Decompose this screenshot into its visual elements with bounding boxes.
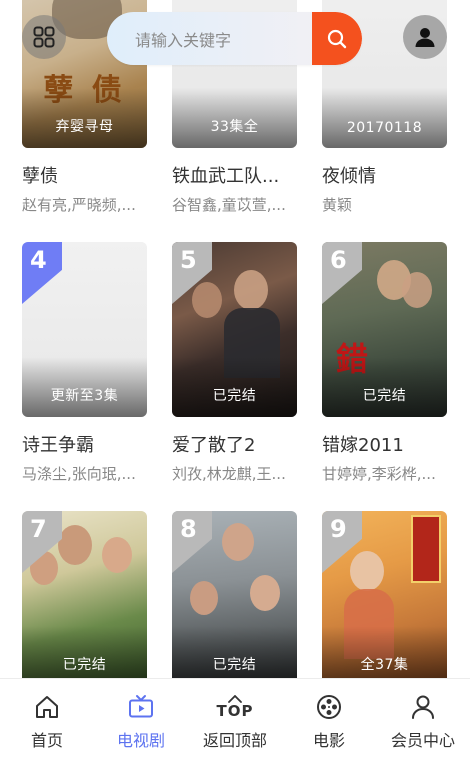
drama-card[interactable]: 錯 6 已完结 错嫁2011 甘婷婷,李彩桦,...: [322, 242, 447, 484]
drama-cast: 赵有亮,严晓频,...: [22, 196, 136, 214]
drama-title[interactable]: 爱了散了2: [172, 431, 297, 457]
drama-cast: 黄颖: [322, 196, 353, 214]
poster[interactable]: 9 全37集: [322, 511, 447, 678]
episode-status: 已完结: [212, 388, 257, 404]
drama-cast: 刘孜,林龙麒,王...: [172, 465, 286, 483]
tab-label: 返回顶部: [202, 731, 267, 750]
top-icon-text: TOP: [216, 702, 254, 720]
tab-label: 会员中心: [390, 731, 455, 750]
tab-label: 电视剧: [116, 731, 165, 750]
drama-card[interactable]: 7 已完结: [22, 511, 147, 678]
poster[interactable]: 錯 6 已完结: [322, 242, 447, 417]
home-icon: [36, 696, 58, 718]
episode-status: 弃婴寻母: [55, 119, 114, 135]
episode-status: 20170118: [346, 120, 423, 136]
tab-member-center[interactable]: 会员中心: [376, 679, 470, 761]
top-arrow-icon: TOP: [217, 693, 254, 721]
poster[interactable]: 5 已完结: [172, 242, 297, 417]
tab-movies[interactable]: 电影: [282, 679, 376, 761]
drama-grid: 孽 债 弃婴寻母 孽债 赵有亮,严晓频,... 33集全 铁血武工队... 谷智…: [0, 0, 470, 678]
episode-status: 已完结: [62, 657, 107, 673]
drama-cast: 甘婷婷,李彩桦,...: [322, 465, 436, 483]
avatar-icon: [415, 28, 435, 47]
search-icon: [327, 29, 347, 48]
user-icon: [412, 695, 434, 719]
drama-cast: 谷智鑫,童苡萱,...: [172, 196, 286, 214]
category-menu-button[interactable]: [22, 15, 66, 59]
episode-status: 更新至3集: [50, 388, 119, 404]
episode-status: 33集全: [210, 119, 259, 135]
episode-status: 已完结: [212, 657, 257, 673]
tab-back-to-top[interactable]: TOP 返回顶部: [188, 679, 282, 761]
drama-card[interactable]: 4 更新至3集 诗王争霸 马涤尘,张向珉,...: [22, 242, 147, 484]
drama-cast: 马涤尘,张向珉,...: [22, 465, 136, 483]
tab-tv-series[interactable]: 电视剧: [94, 679, 188, 761]
drama-title[interactable]: 错嫁2011: [322, 431, 447, 457]
drama-title[interactable]: 夜倾情: [322, 162, 447, 188]
tab-home[interactable]: 首页: [0, 679, 94, 761]
tab-label: 电影: [312, 731, 345, 750]
drama-title[interactable]: 诗王争霸: [22, 431, 147, 457]
profile-button[interactable]: [403, 15, 447, 59]
drama-title[interactable]: 铁血武工队...: [172, 162, 297, 188]
tv-icon: [129, 695, 153, 718]
search-bar[interactable]: 请输入关键字: [107, 12, 362, 65]
search-input[interactable]: 请输入关键字: [135, 27, 231, 51]
tab-label: 首页: [30, 731, 63, 750]
drama-card[interactable]: 9 全37集: [322, 511, 447, 678]
grid-menu-icon: [33, 26, 55, 48]
drama-card[interactable]: 8 已完结: [172, 511, 297, 678]
poster[interactable]: 7 已完结: [22, 511, 147, 678]
drama-title[interactable]: 孽债: [22, 162, 147, 188]
episode-status: 已完结: [362, 388, 407, 404]
drama-card[interactable]: 5 已完结 爱了散了2 刘孜,林龙麒,王...: [172, 242, 297, 484]
bottom-tab-bar: 首页 电视剧 TOP 返回顶部 电影 会员中心: [0, 678, 470, 761]
episode-status: 全37集: [360, 657, 409, 673]
poster[interactable]: 4 更新至3集: [22, 242, 147, 417]
poster[interactable]: 8 已完结: [172, 511, 297, 678]
film-reel-icon: [317, 695, 341, 719]
